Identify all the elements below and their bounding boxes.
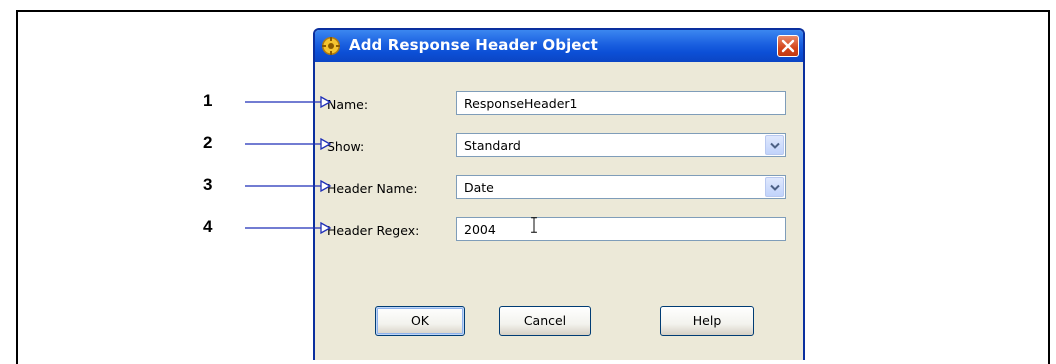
callout-arrow-1 bbox=[320, 95, 332, 109]
callout-arrow-4 bbox=[320, 221, 332, 235]
callout-lines bbox=[245, 95, 332, 235]
callout-arrow-3 bbox=[320, 179, 332, 193]
callout-arrow-2 bbox=[320, 137, 332, 151]
